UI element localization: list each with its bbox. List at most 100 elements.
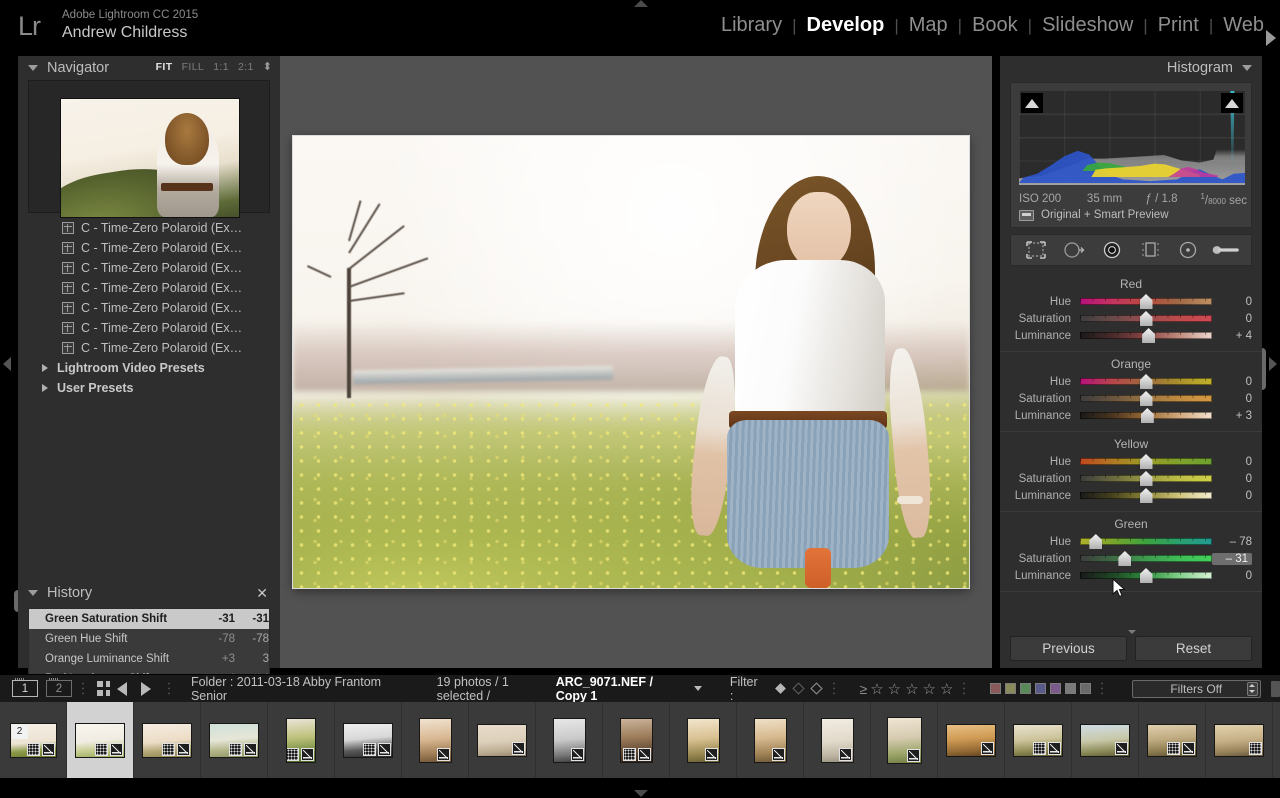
slider-knob[interactable]: [1140, 374, 1153, 389]
color-label-swatch[interactable]: [1035, 683, 1046, 694]
develop-adjustment-badge-icon[interactable]: [437, 748, 450, 761]
filmstrip-cell[interactable]: [871, 702, 938, 778]
slider-green-saturation[interactable]: Saturation– 31: [1000, 550, 1262, 567]
slider-track[interactable]: [1080, 458, 1212, 465]
slider-yellow-luminance[interactable]: Luminance0: [1000, 487, 1262, 504]
slider-value[interactable]: 0: [1212, 296, 1252, 308]
slider-orange-saturation[interactable]: Saturation0: [1000, 390, 1262, 407]
develop-adjustment-badge-icon[interactable]: [244, 743, 257, 756]
back-arrow-icon[interactable]: [117, 682, 127, 696]
slider-knob[interactable]: [1140, 568, 1153, 583]
slider-knob[interactable]: [1140, 488, 1153, 503]
slider-knob[interactable]: [1140, 311, 1153, 326]
filmstrip-thumbnail[interactable]: [821, 718, 854, 763]
filmstrip-cell[interactable]: [469, 702, 536, 778]
module-library[interactable]: Library: [711, 12, 792, 38]
develop-adjustment-badge-icon[interactable]: [839, 748, 852, 761]
crop-badge-icon[interactable]: [27, 743, 40, 756]
grid-view-icon[interactable]: [97, 681, 111, 696]
triangle-right-icon[interactable]: [42, 364, 48, 372]
filmstrip-thumbnail[interactable]: [343, 723, 393, 758]
histogram-graph[interactable]: [1019, 91, 1245, 185]
chevron-down-icon[interactable]: [694, 686, 702, 691]
crop-badge-icon[interactable]: [286, 748, 299, 761]
slider-track[interactable]: [1080, 555, 1212, 562]
slider-knob[interactable]: [1118, 551, 1131, 566]
star-rating-icon[interactable]: ☆: [888, 680, 901, 698]
filmstrip-thumbnail[interactable]: [1013, 724, 1063, 757]
preset-group[interactable]: User Presets: [28, 378, 270, 398]
star-rating-icon[interactable]: ☆: [870, 680, 883, 698]
preset-item[interactable]: C - Time-Zero Polaroid (Ex…: [28, 218, 270, 238]
filmstrip-cell[interactable]: [1072, 702, 1139, 778]
module-web[interactable]: Web: [1213, 12, 1274, 38]
filmstrip-cell[interactable]: [603, 702, 670, 778]
triangle-right-icon[interactable]: [42, 384, 48, 392]
slider-value[interactable]: 0: [1212, 393, 1252, 405]
filmstrip-thumbnail[interactable]: [553, 718, 586, 763]
highlight-clipping-indicator[interactable]: [1221, 93, 1243, 113]
crop-badge-icon[interactable]: [1167, 742, 1180, 755]
crop-badge-icon[interactable]: [1033, 742, 1046, 755]
slider-value[interactable]: 0: [1212, 376, 1252, 388]
develop-adjustment-badge-icon[interactable]: [177, 743, 190, 756]
crop-badge-icon[interactable]: [229, 743, 242, 756]
develop-adjustment-badge-icon[interactable]: [110, 743, 123, 756]
filmstrip-cell[interactable]: [201, 702, 268, 778]
slider-knob[interactable]: [1089, 534, 1102, 549]
forward-arrow-icon[interactable]: [141, 682, 151, 696]
slider-knob[interactable]: [1140, 391, 1153, 406]
crop-badge-icon[interactable]: [363, 743, 376, 756]
color-label-swatch[interactable]: [1065, 683, 1076, 694]
filmstrip-thumbnail[interactable]: [887, 717, 922, 764]
filmstrip-cell[interactable]: [536, 702, 603, 778]
spot-removal-tool[interactable]: [1060, 238, 1088, 262]
filmstrip-thumbnail[interactable]: [209, 723, 259, 758]
filmstrip-cell[interactable]: [268, 702, 335, 778]
crop-overlay-tool[interactable]: [1022, 238, 1050, 262]
filmstrip-cell[interactable]: [402, 702, 469, 778]
slider-track[interactable]: [1080, 538, 1212, 545]
develop-adjustment-badge-icon[interactable]: [907, 749, 920, 762]
filmstrip-cell[interactable]: [804, 702, 871, 778]
preset-item[interactable]: C - Time-Zero Polaroid (Ex…: [28, 278, 270, 298]
slider-value[interactable]: + 3: [1212, 410, 1252, 422]
slider-orange-luminance[interactable]: Luminance+ 3: [1000, 407, 1262, 424]
flag-unflagged-icon[interactable]: [792, 682, 805, 695]
module-map[interactable]: Map: [899, 12, 958, 38]
navigator-header[interactable]: Navigator FITFILL1:12:1⬍: [18, 56, 280, 80]
color-label-swatch[interactable]: [990, 683, 1001, 694]
filmstrip-thumbnail[interactable]: [142, 723, 192, 758]
slider-value[interactable]: – 31: [1212, 553, 1252, 565]
slider-knob[interactable]: [1140, 454, 1153, 469]
slider-value[interactable]: 0: [1212, 473, 1252, 485]
rating-operator[interactable]: ≥: [860, 681, 868, 697]
triangle-down-icon[interactable]: [28, 590, 38, 596]
navigator-zoom-fit[interactable]: FIT: [156, 61, 173, 73]
graduated-filter-tool[interactable]: [1136, 238, 1164, 262]
develop-adjustment-badge-icon[interactable]: [378, 743, 391, 756]
filmstrip-cell[interactable]: [1139, 702, 1206, 778]
identity-plate[interactable]: Adobe Lightroom CC 2015 Andrew Childress: [62, 8, 198, 43]
main-photo-frame[interactable]: [293, 136, 969, 588]
slider-knob[interactable]: [1142, 328, 1155, 343]
history-row[interactable]: Green Saturation Shift-31-31: [29, 609, 269, 629]
slider-value[interactable]: + 4: [1212, 330, 1252, 342]
navigator-zoom-fill[interactable]: FILL: [182, 61, 205, 73]
top-panel-toggle-arrow[interactable]: [634, 0, 648, 7]
slider-red-luminance[interactable]: Luminance+ 4: [1000, 327, 1262, 344]
shadow-clipping-indicator[interactable]: [1021, 93, 1043, 113]
navigator-zoom-stepper-icon[interactable]: ⬍: [263, 62, 272, 73]
color-label-swatch[interactable]: [1005, 683, 1016, 694]
filmstrip-thumbnail[interactable]: [620, 718, 653, 763]
module-book[interactable]: Book: [962, 12, 1028, 38]
slider-value[interactable]: 0: [1212, 490, 1252, 502]
filmstrip-cell[interactable]: [670, 702, 737, 778]
filmstrip-thumbnail[interactable]: [1214, 724, 1264, 757]
crop-badge-icon[interactable]: [1249, 742, 1262, 755]
filmstrip-thumbnail[interactable]: [419, 718, 452, 763]
develop-adjustment-badge-icon[interactable]: [301, 748, 314, 761]
navigator-zoom-1-1[interactable]: 1:1: [213, 61, 229, 73]
navigator-preview[interactable]: [28, 80, 270, 213]
color-label-swatch[interactable]: [1050, 683, 1061, 694]
